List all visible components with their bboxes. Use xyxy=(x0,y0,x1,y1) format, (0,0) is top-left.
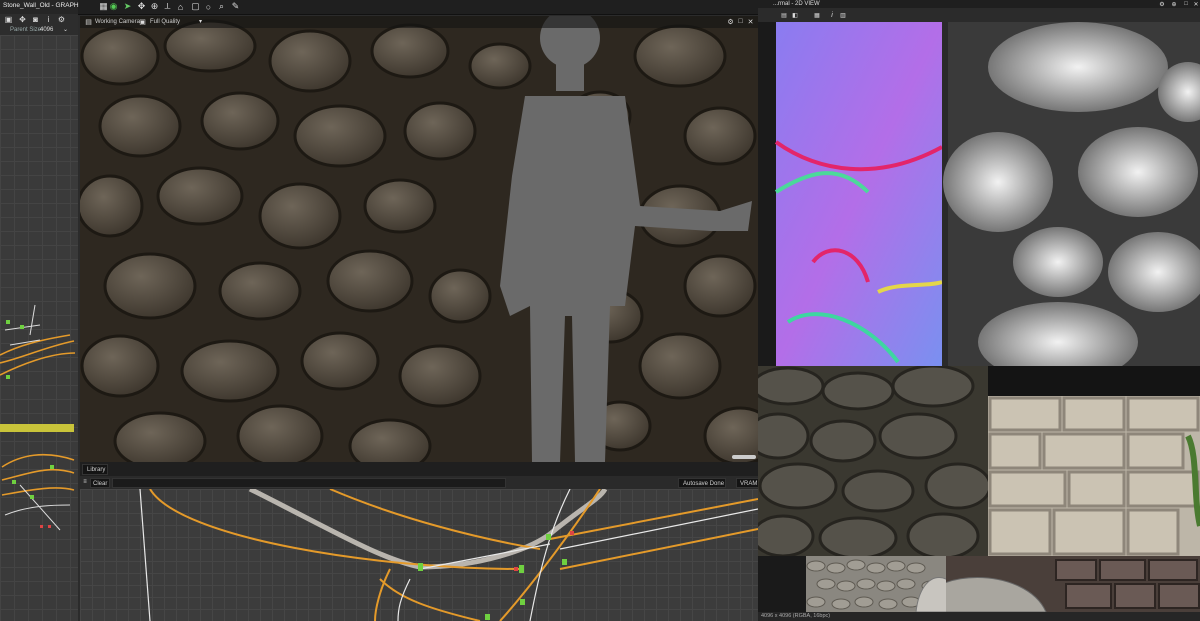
normal-map-preview xyxy=(758,22,1200,366)
reference-image-stone-wall[interactable] xyxy=(758,366,988,556)
settings-icon[interactable]: ⚙ xyxy=(726,17,735,26)
move-tool-icon[interactable]: ✥ xyxy=(18,15,27,24)
library-tab-bar: Library xyxy=(80,462,758,476)
tiling-icon[interactable]: ▦ xyxy=(813,11,821,19)
maximize-icon[interactable]: □ xyxy=(736,17,745,26)
chevron-down-icon[interactable]: ▾ xyxy=(196,17,205,26)
tab-library-label: Library xyxy=(87,467,106,473)
graph-toolbar: ▣ ✥ ◙ i ⚙ xyxy=(0,14,78,25)
move-icon[interactable]: ✥ xyxy=(136,1,147,12)
node-graph-connections xyxy=(139,489,758,621)
compare-icon[interactable]: ◧ xyxy=(791,11,799,19)
channel-icon[interactable]: ▤ xyxy=(780,11,788,19)
node-graph-canvas[interactable] xyxy=(80,489,758,621)
pointer-icon[interactable]: ➤ xyxy=(122,1,133,12)
reference-image-rubble[interactable] xyxy=(806,556,946,612)
info-icon[interactable]: i xyxy=(828,11,836,19)
reference-rubble-texture xyxy=(806,559,946,612)
box-icon[interactable]: ▢ xyxy=(190,1,201,12)
rotate-icon[interactable]: ⊕ xyxy=(149,1,160,12)
quality-icon[interactable]: ▣ xyxy=(138,17,147,26)
parent-size-label: Parent Size: xyxy=(10,27,43,33)
viewport-3d[interactable] xyxy=(80,16,758,462)
search-icon[interactable]: ⌕ xyxy=(216,1,227,12)
axis-icon[interactable]: ⟂ xyxy=(162,1,173,12)
refresh-icon[interactable]: ◉ xyxy=(108,1,119,12)
close-icon[interactable]: ✕ xyxy=(746,17,755,26)
vram-status: VRAM xyxy=(736,478,760,488)
histogram-icon[interactable]: ▥ xyxy=(839,11,847,19)
list-icon[interactable]: ≡ xyxy=(81,478,89,486)
library-toolbar: ≡ Clear Autosave Done VRAM xyxy=(80,476,760,489)
menu-icon[interactable]: ▤ xyxy=(84,17,93,26)
tab-library[interactable]: Library xyxy=(82,464,108,475)
view2d-title-bar: ...rmal - 2D VIEW ⚙ ⊕ □ ✕ xyxy=(758,0,1200,8)
camera-dropdown[interactable]: Working Camera xyxy=(95,19,140,25)
reference-brick-texture xyxy=(988,396,1200,556)
reference-stone-texture xyxy=(758,366,988,556)
graph-settings-icon[interactable]: ⚙ xyxy=(57,15,66,24)
clear-button[interactable]: Clear xyxy=(90,478,110,488)
view2d-status-bar: 4096 x 4096 (RGBA, 16bpc) xyxy=(758,612,1200,621)
reference-mixed-texture xyxy=(946,559,1200,612)
camera-icon[interactable]: ◙ xyxy=(31,15,40,24)
pin-icon[interactable]: ⊕ xyxy=(1170,0,1178,8)
graph-window-title: Stone_Wall_Old - GRAPH xyxy=(0,0,79,14)
parent-size-row: Parent Size: 4096 ⌄ xyxy=(0,25,78,35)
maximize-icon[interactable]: □ xyxy=(1182,0,1190,8)
view2d-title: ...rmal - 2D VIEW xyxy=(773,1,820,7)
reference-image-brick-wall[interactable] xyxy=(988,396,1200,556)
window-title: Stone_Wall_Old - GRAPH xyxy=(3,2,79,9)
chevron-down-icon[interactable]: ⌄ xyxy=(62,26,69,33)
image-resolution-status: 4096 x 4096 (RGBA, 16bpc) xyxy=(761,612,831,619)
reference-gap xyxy=(988,366,1200,396)
autosave-label: Autosave Done xyxy=(683,480,725,487)
graph-connections-mini xyxy=(0,304,76,531)
autosave-status: Autosave Done xyxy=(678,478,726,488)
vram-label: VRAM xyxy=(740,480,758,487)
settings-icon[interactable]: ⚙ xyxy=(1158,0,1166,8)
close-icon[interactable]: ✕ xyxy=(1192,0,1200,8)
view2d-toolbar: ▤ ◧ ▦ i ▥ xyxy=(758,8,1200,23)
view2d-canvas[interactable] xyxy=(758,22,1200,366)
library-search-input[interactable] xyxy=(112,478,506,488)
viewport-3d-toolbar: ▤ Working Camera ▣ Full Quality ▾ ⚙ □ ✕ xyxy=(80,16,758,28)
reference-empty xyxy=(758,556,806,612)
circle-icon[interactable]: ○ xyxy=(203,1,214,12)
parent-size-value[interactable]: 4096 xyxy=(40,27,53,33)
quality-dropdown[interactable]: Full Quality xyxy=(150,19,180,25)
stone-wall-render xyxy=(80,16,758,462)
info-icon[interactable]: i xyxy=(44,15,53,24)
grid-view-icon[interactable]: ▣ xyxy=(4,15,13,24)
reference-image-mixed-wall[interactable] xyxy=(946,556,1200,612)
viewport-scrollbar[interactable] xyxy=(732,455,756,459)
pen-icon[interactable]: ✎ xyxy=(230,1,241,12)
scene-icon[interactable]: ⌂ xyxy=(175,1,186,12)
graph-canvas-mini[interactable] xyxy=(0,35,78,621)
clear-button-label: Clear xyxy=(93,480,108,487)
